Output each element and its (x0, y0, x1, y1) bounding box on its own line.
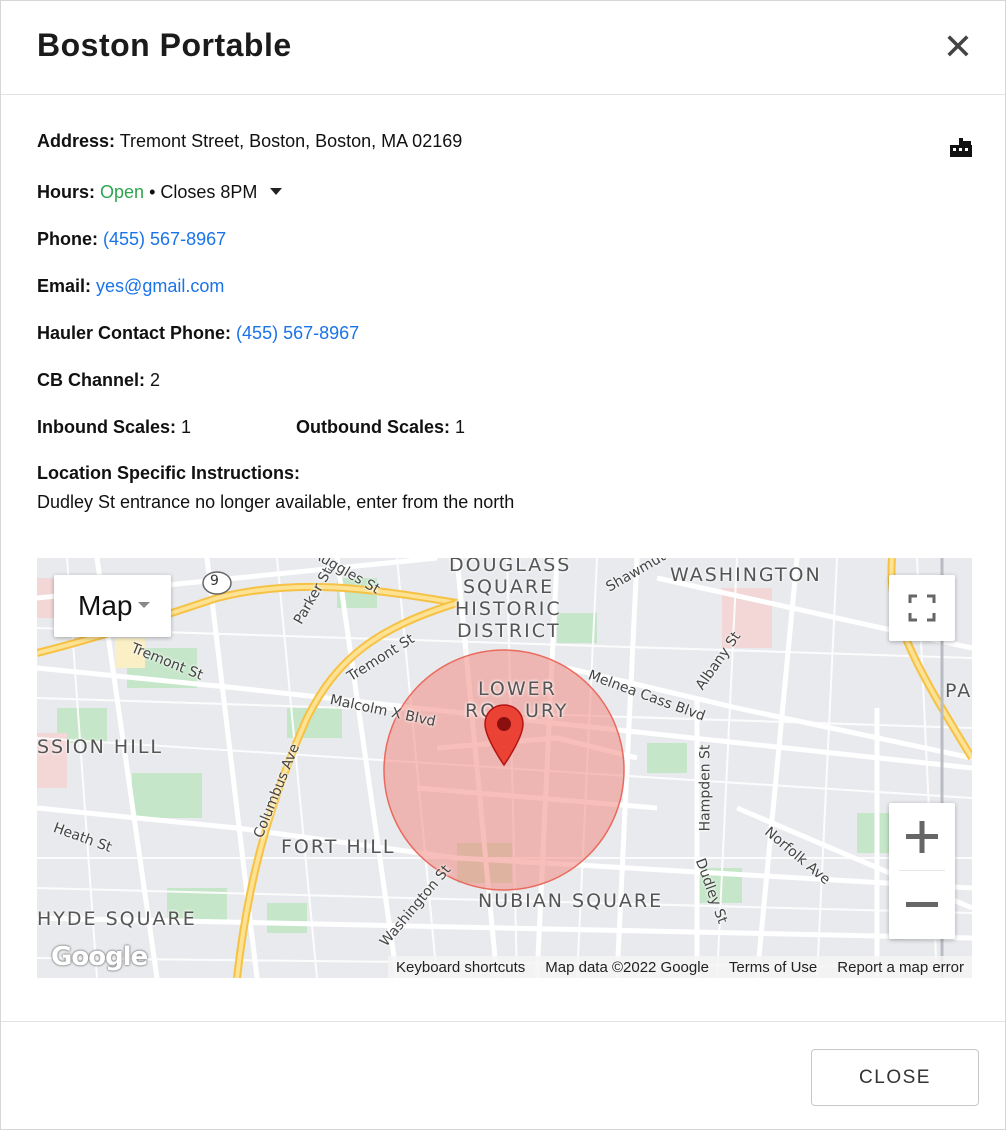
cb-channel-row: CB Channel: 2 (37, 370, 160, 391)
area-label: NUBIAN SQUARE (478, 890, 664, 912)
close-button[interactable]: CLOSE (811, 1049, 979, 1106)
zoom-in-button[interactable] (889, 803, 955, 871)
fullscreen-button[interactable] (889, 575, 955, 641)
google-logo: Google (51, 942, 148, 972)
building-icon[interactable] (949, 137, 973, 157)
hours-status: Open (100, 182, 145, 202)
area-label: FORT HILL (281, 836, 396, 858)
chevron-down-icon[interactable] (270, 187, 283, 195)
cb-channel-label: CB Channel: (37, 370, 145, 390)
fullscreen-icon (908, 594, 936, 622)
location-modal: Boston Portable ✕ Address: Tremont Stree… (0, 0, 1006, 1130)
area-label: DOUGLASS (449, 558, 572, 576)
map-data-text: Map data ©2022 Google (545, 958, 709, 976)
map-attribution: Keyboard shortcuts Map data ©2022 Google… (388, 956, 972, 978)
chevron-down-icon (138, 601, 151, 608)
instructions-label: Location Specific Instructions: (37, 463, 301, 483)
report-map-error-link[interactable]: Report a map error (837, 959, 964, 976)
inbound-scales-label: Inbound Scales: (37, 417, 177, 437)
hauler-phone-row: Hauler Contact Phone: (455) 567-8967 (37, 323, 359, 344)
cb-channel-value: 2 (150, 370, 161, 390)
plus-icon (906, 821, 938, 853)
location-map[interactable]: 9 DOUGLASS SQUARE HISTORIC DISTRICT WASH… (37, 558, 972, 978)
modal-footer: CLOSE (1, 1021, 1005, 1131)
instructions-text: Dudley St entrance no longer available, … (37, 492, 515, 512)
area-label: URY (525, 700, 569, 722)
area-label: PA (945, 680, 972, 702)
route-shield-number: 9 (210, 573, 219, 589)
email-row: Email: yes@gmail.com (37, 276, 224, 297)
area-label: DISTRICT (457, 620, 561, 642)
area-label: WASHINGTON (670, 564, 822, 586)
area-label: HISTORIC (455, 598, 562, 620)
hauler-phone-link[interactable]: (455) 567-8967 (236, 323, 359, 343)
inbound-scales-value: 1 (181, 417, 192, 437)
street-label: Hampden St (697, 744, 714, 832)
area-label: LOWER (478, 678, 557, 700)
area-label: HYDE SQUARE (37, 908, 197, 930)
email-label: Email: (37, 276, 92, 296)
hours-label: Hours: (37, 182, 95, 202)
hours-row[interactable]: Hours: Open • Closes 8PM (37, 182, 283, 203)
map-pin-icon[interactable] (483, 703, 525, 769)
area-label: SSION HILL (37, 736, 163, 758)
map-type-selector[interactable]: Map (54, 575, 171, 637)
email-link[interactable]: yes@gmail.com (96, 276, 224, 296)
phone-label: Phone: (37, 229, 98, 249)
outbound-scales-label: Outbound Scales: (296, 417, 451, 437)
hauler-phone-label: Hauler Contact Phone: (37, 323, 232, 343)
map-type-label: Map (78, 590, 133, 621)
phone-row: Phone: (455) 567-8967 (37, 229, 226, 250)
keyboard-shortcuts-link[interactable]: Keyboard shortcuts (396, 959, 525, 976)
address-label: Address: (37, 131, 116, 151)
zoom-control (889, 803, 955, 939)
phone-link[interactable]: (455) 567-8967 (103, 229, 226, 249)
outbound-scales-value: 1 (455, 417, 466, 437)
area-label: SQUARE (463, 576, 555, 598)
address-value: Tremont Street, Boston, Boston, MA 02169 (119, 131, 463, 151)
address-row: Address: Tremont Street, Boston, Boston,… (37, 131, 462, 152)
modal-title: Boston Portable (37, 27, 292, 63)
close-icon[interactable]: ✕ (941, 27, 975, 67)
inbound-scales-row: Inbound Scales: 1 (37, 417, 191, 438)
hours-closing: • Closes 8PM (144, 182, 258, 202)
zoom-out-button[interactable] (889, 871, 955, 939)
terms-of-use-link[interactable]: Terms of Use (729, 959, 817, 976)
outbound-scales-row: Outbound Scales: 1 (296, 417, 465, 438)
modal-header: Boston Portable ✕ (1, 1, 1005, 95)
minus-icon (906, 902, 938, 907)
